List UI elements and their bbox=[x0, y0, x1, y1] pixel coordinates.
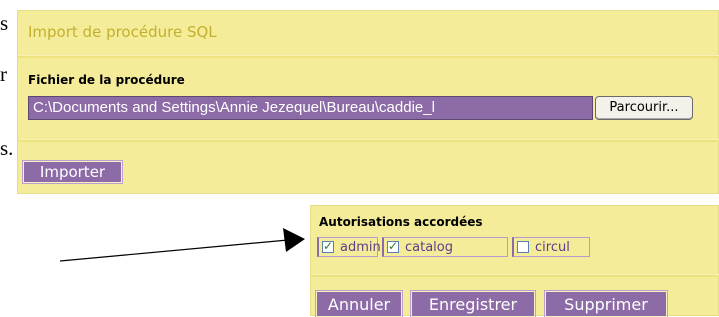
authorizations-panel: Autorisations accordées ✓ admin ✓ catalo… bbox=[310, 205, 719, 317]
checkbox-icon[interactable]: ✓ bbox=[322, 239, 334, 253]
arrow-head bbox=[283, 228, 305, 252]
permission-admin[interactable]: ✓ admin bbox=[317, 237, 381, 257]
cancel-button[interactable]: Annuler bbox=[315, 290, 403, 317]
field-label: Autorisations accordées bbox=[319, 215, 483, 229]
checkbox-icon[interactable] bbox=[517, 241, 529, 253]
delete-button[interactable]: Supprimer bbox=[544, 290, 668, 317]
save-button[interactable]: Enregistrer bbox=[410, 290, 536, 317]
permission-label: catalog bbox=[405, 239, 453, 255]
permission-catalog[interactable]: ✓ catalog bbox=[382, 237, 508, 257]
check-icon: ✓ bbox=[388, 239, 399, 253]
permission-label: circul bbox=[535, 239, 570, 255]
checkbox-icon[interactable]: ✓ bbox=[387, 239, 399, 253]
permission-label: admin bbox=[340, 239, 381, 255]
permission-circul[interactable]: circul bbox=[512, 237, 590, 257]
check-icon: ✓ bbox=[323, 239, 334, 253]
arrow-line bbox=[59, 239, 289, 262]
divider bbox=[311, 274, 719, 277]
